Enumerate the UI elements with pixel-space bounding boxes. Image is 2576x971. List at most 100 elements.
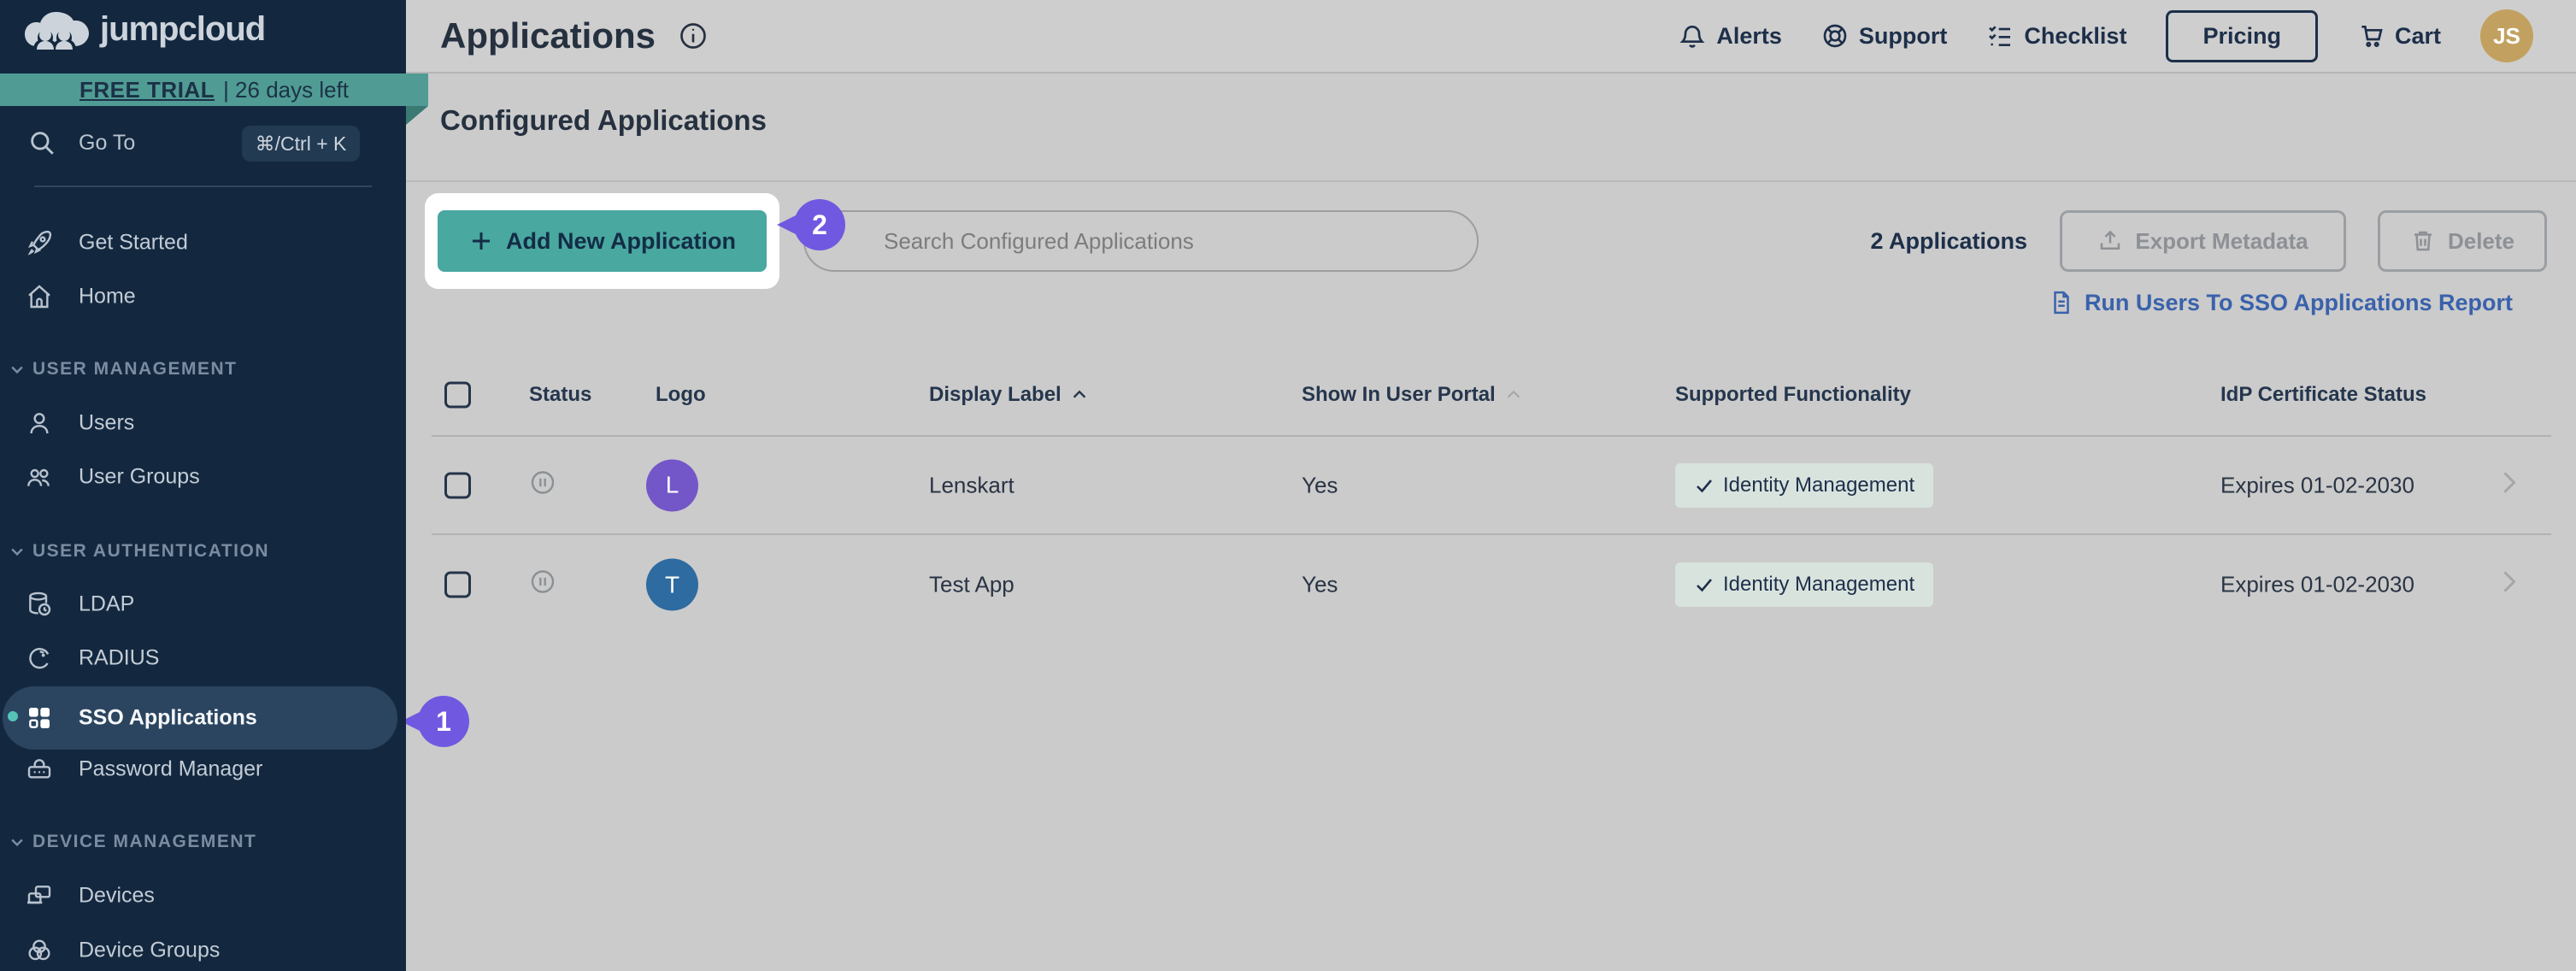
delete-button[interactable]: Delete bbox=[2378, 210, 2547, 272]
col-logo[interactable]: Logo bbox=[656, 383, 706, 407]
sidebar-section-label: USER MANAGEMENT bbox=[32, 359, 238, 380]
checklist-label: Checklist bbox=[2024, 23, 2126, 50]
display-label-cell[interactable]: Test App bbox=[929, 572, 1015, 598]
display-label-cell[interactable]: Lenskart bbox=[929, 472, 1015, 498]
run-sso-report-link[interactable]: Run Users To SSO Applications Report bbox=[2029, 285, 2513, 320]
sort-idle-icon[interactable] bbox=[1504, 385, 1523, 404]
chevron-down-icon bbox=[9, 833, 26, 850]
password-manager-icon bbox=[26, 756, 53, 783]
select-all-checkbox-cell bbox=[444, 382, 471, 409]
sidebar-item-get-started[interactable]: Get Started bbox=[0, 217, 406, 268]
row-checkbox[interactable] bbox=[444, 472, 471, 498]
sidebar-item-devices[interactable]: Devices bbox=[0, 870, 406, 921]
applications-count: 2 Applications bbox=[1846, 210, 2027, 272]
status-paused-icon bbox=[529, 468, 556, 496]
col-show-in-user-portal[interactable]: Show In User Portal bbox=[1302, 383, 1523, 407]
device-groups-icon bbox=[26, 937, 53, 964]
banner-fold bbox=[406, 106, 428, 125]
export-metadata-button[interactable]: Export Metadata bbox=[2060, 210, 2346, 272]
devices-icon bbox=[26, 882, 53, 909]
jumpcloud-logo-text: jumpcloud bbox=[100, 10, 265, 49]
sidebar-item-label: Password Manager bbox=[79, 757, 262, 782]
idp-status-cell: Expires 01-02-2030 bbox=[2220, 472, 2414, 498]
sidebar-section-label: DEVICE MANAGEMENT bbox=[32, 832, 256, 852]
rocket-icon bbox=[26, 229, 53, 256]
app-logo: T bbox=[646, 559, 698, 611]
goto-label: Go To bbox=[79, 131, 135, 156]
run-sso-report-label: Run Users To SSO Applications Report bbox=[2085, 290, 2513, 316]
trial-days-left: | 26 days left bbox=[223, 77, 349, 103]
goto-shortcut-hint: ⌘/Ctrl + K bbox=[242, 126, 360, 162]
checklist-button[interactable]: Checklist bbox=[1986, 22, 2126, 50]
sidebar-item-label: Device Groups bbox=[79, 939, 220, 963]
plus-icon bbox=[468, 228, 494, 254]
col-display-label[interactable]: Display Label bbox=[929, 383, 1089, 407]
sidebar-item-password-manager[interactable]: Password Manager bbox=[0, 744, 406, 795]
home-icon bbox=[26, 283, 53, 310]
idp-status-cell: Expires 01-02-2030 bbox=[2220, 572, 2414, 598]
show-in-portal-cell: Yes bbox=[1302, 472, 1338, 498]
cart-label: Cart bbox=[2395, 23, 2441, 50]
sidebar-section-user-management[interactable]: USER MANAGEMENT bbox=[0, 352, 406, 386]
info-icon[interactable] bbox=[678, 21, 709, 51]
sidebar-item-label: Devices bbox=[79, 884, 155, 909]
trash-icon bbox=[2410, 228, 2436, 254]
sidebar-item-users[interactable]: Users bbox=[0, 397, 406, 449]
sidebar-item-device-groups[interactable]: Device Groups bbox=[0, 925, 406, 971]
app-logo: L bbox=[646, 459, 698, 511]
col-status[interactable]: Status bbox=[529, 383, 591, 407]
chevron-down-icon bbox=[9, 361, 26, 378]
sidebar-item-radius[interactable]: RADIUS bbox=[0, 633, 406, 684]
select-all-checkbox[interactable] bbox=[444, 382, 471, 409]
sort-asc-icon[interactable] bbox=[1070, 385, 1089, 404]
cart-button[interactable]: Cart bbox=[2357, 22, 2441, 50]
sidebar-section-label: USER AUTHENTICATION bbox=[32, 541, 269, 562]
life-ring-icon bbox=[1821, 22, 1849, 50]
search-input[interactable] bbox=[803, 210, 1479, 272]
sso-grid-icon bbox=[26, 704, 53, 732]
functionality-badge: Identity Management bbox=[1675, 562, 1933, 607]
sidebar-item-label: RADIUS bbox=[79, 646, 159, 671]
goto-search[interactable]: Go To ⌘/Ctrl + K bbox=[0, 126, 406, 163]
sidebar-item-home[interactable]: Home bbox=[0, 271, 406, 322]
cart-icon bbox=[2357, 22, 2385, 50]
sidebar-item-label: Get Started bbox=[79, 231, 188, 256]
sidebar-item-ldap[interactable]: LDAP bbox=[0, 579, 406, 630]
jumpcloud-cloud-icon bbox=[21, 9, 90, 50]
check-icon bbox=[1694, 574, 1714, 595]
top-nav: Alerts Support Checklist Pricing bbox=[1679, 9, 2576, 62]
free-trial-label: FREE TRIAL bbox=[79, 77, 215, 103]
section-subtitle: Configured Applications bbox=[440, 104, 767, 137]
sidebar-item-label: Users bbox=[79, 411, 134, 436]
col-idp-certificate-status[interactable]: IdP Certificate Status bbox=[2220, 383, 2426, 407]
jumpcloud-logo[interactable]: jumpcloud bbox=[21, 9, 265, 50]
sidebar: jumpcloud FREE TRIAL | 26 days left Go T… bbox=[0, 0, 406, 971]
col-supported-functionality[interactable]: Supported Functionality bbox=[1675, 383, 1911, 407]
row-checkbox[interactable] bbox=[444, 572, 471, 598]
chevron-right-icon[interactable] bbox=[2497, 465, 2521, 499]
ldap-database-icon bbox=[26, 591, 53, 618]
tutorial-step-1-badge: 1 bbox=[418, 696, 469, 747]
pricing-button[interactable]: Pricing bbox=[2166, 10, 2318, 62]
sidebar-item-user-groups[interactable]: User Groups bbox=[0, 451, 406, 503]
chevron-down-icon bbox=[9, 543, 26, 560]
add-new-application-button[interactable]: Add New Application bbox=[438, 210, 767, 272]
user-group-icon bbox=[26, 463, 53, 491]
user-avatar[interactable]: JS bbox=[2480, 9, 2533, 62]
search-icon bbox=[27, 128, 56, 157]
free-trial-banner[interactable]: FREE TRIAL | 26 days left bbox=[0, 74, 428, 106]
sidebar-section-device-management[interactable]: DEVICE MANAGEMENT bbox=[0, 825, 406, 859]
chevron-right-icon[interactable] bbox=[2497, 565, 2521, 599]
alerts-label: Alerts bbox=[1716, 23, 1782, 50]
support-button[interactable]: Support bbox=[1821, 22, 1947, 50]
user-icon bbox=[26, 409, 53, 437]
radius-icon bbox=[26, 644, 53, 672]
add-new-application-label: Add New Application bbox=[506, 228, 736, 255]
bell-icon bbox=[1679, 22, 1706, 50]
alerts-button[interactable]: Alerts bbox=[1679, 22, 1782, 50]
sidebar-item-sso-applications[interactable]: SSO Applications bbox=[0, 692, 406, 744]
section-divider bbox=[406, 180, 2576, 182]
sidebar-section-user-authentication[interactable]: USER AUTHENTICATION bbox=[0, 534, 406, 568]
check-icon bbox=[1694, 475, 1714, 496]
sidebar-item-label: User Groups bbox=[79, 465, 200, 490]
